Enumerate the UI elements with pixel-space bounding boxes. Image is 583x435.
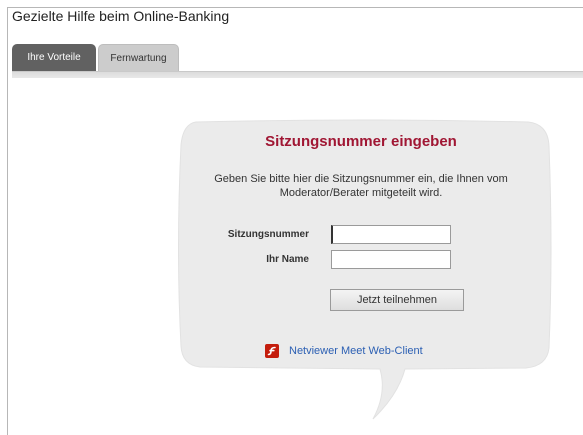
session-number-label: Sitzungsnummer <box>227 229 309 240</box>
web-client-link[interactable]: Netviewer Meet Web-Client <box>265 343 423 359</box>
form-headline: Sitzungsnummer eingeben <box>265 133 457 150</box>
join-button[interactable]: Jetzt teilnehmen <box>330 289 464 311</box>
session-number-input[interactable] <box>331 225 451 244</box>
flash-icon <box>265 344 279 358</box>
name-input[interactable] <box>331 250 451 269</box>
speech-bubble <box>178 119 552 420</box>
speech-bubble-shape <box>178 119 552 420</box>
web-client-link-label: Netviewer Meet Web-Client <box>289 345 423 357</box>
name-label: Ihr Name <box>266 254 309 265</box>
form-instruction: Geben Sie bitte hier die Sitzungsnummer … <box>214 173 508 199</box>
